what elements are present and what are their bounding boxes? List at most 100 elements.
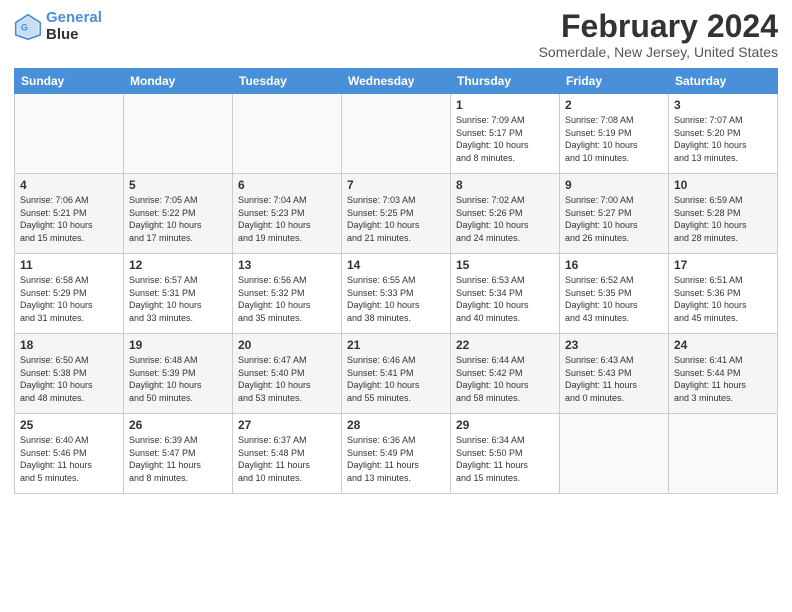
calendar-week-1: 1Sunrise: 7:09 AM Sunset: 5:17 PM Daylig… (15, 94, 778, 174)
page: G General Blue February 2024 Somerdale, … (0, 0, 792, 612)
day-number: 27 (238, 418, 336, 432)
day-info: Sunrise: 7:00 AM Sunset: 5:27 PM Dayligh… (565, 194, 663, 244)
calendar-cell: 27 Sunrise: 6:37 AM Sunset: 5:48 PM Dayli… (233, 414, 342, 494)
calendar-cell: 10 Sunrise: 6:59 AM Sunset: 5:28 PM Dayli… (669, 174, 778, 254)
calendar-cell: 11Sunrise: 6:58 AM Sunset: 5:29 PM Dayli… (15, 254, 124, 334)
day-info: Sunrise: 7:03 AM Sunset: 5:25 PM Dayligh… (347, 194, 445, 244)
day-info: Sunrise: 6:57 AM Sunset: 5:31 PM Dayligh… (129, 274, 227, 324)
day-number: 25 (20, 418, 118, 432)
calendar-cell (233, 94, 342, 174)
day-number: 12 (129, 258, 227, 272)
day-info: Sunrise: 7:08 AM Sunset: 5:19 PM Dayligh… (565, 114, 663, 164)
calendar-cell: 2 Sunrise: 7:08 AM Sunset: 5:19 PM Daylig… (560, 94, 669, 174)
calendar-cell (560, 414, 669, 494)
calendar-header-row: Sunday Monday Tuesday Wednesday Thursday… (15, 69, 778, 94)
day-info: Sunrise: 6:51 AM Sunset: 5:36 PM Dayligh… (674, 274, 772, 324)
day-info: Sunrise: 7:06 AM Sunset: 5:21 PM Dayligh… (20, 194, 118, 244)
day-info: Sunrise: 6:58 AM Sunset: 5:29 PM Dayligh… (20, 274, 118, 324)
day-number: 19 (129, 338, 227, 352)
calendar-cell: 21 Sunrise: 6:46 AM Sunset: 5:41 PM Dayli… (342, 334, 451, 414)
calendar-cell (342, 94, 451, 174)
month-title: February 2024 (539, 10, 778, 42)
calendar-cell: 26 Sunrise: 6:39 AM Sunset: 5:47 PM Dayli… (124, 414, 233, 494)
day-number: 1 (456, 98, 554, 112)
day-number: 20 (238, 338, 336, 352)
col-friday: Friday (560, 69, 669, 94)
col-tuesday: Tuesday (233, 69, 342, 94)
day-info: Sunrise: 6:41 AM Sunset: 5:44 PM Dayligh… (674, 354, 772, 404)
logo: G General Blue (14, 10, 102, 43)
calendar-cell: 17 Sunrise: 6:51 AM Sunset: 5:36 PM Dayli… (669, 254, 778, 334)
day-number: 10 (674, 178, 772, 192)
calendar-cell: 16 Sunrise: 6:52 AM Sunset: 5:35 PM Dayli… (560, 254, 669, 334)
calendar: Sunday Monday Tuesday Wednesday Thursday… (14, 68, 778, 494)
day-info: Sunrise: 6:56 AM Sunset: 5:32 PM Dayligh… (238, 274, 336, 324)
col-thursday: Thursday (451, 69, 560, 94)
day-number: 18 (20, 338, 118, 352)
day-number: 8 (456, 178, 554, 192)
day-number: 21 (347, 338, 445, 352)
calendar-cell: 20 Sunrise: 6:47 AM Sunset: 5:40 PM Dayli… (233, 334, 342, 414)
day-number: 4 (20, 178, 118, 192)
calendar-cell: 4 Sunrise: 7:06 AM Sunset: 5:21 PM Daylig… (15, 174, 124, 254)
day-number: 26 (129, 418, 227, 432)
day-info: Sunrise: 6:50 AM Sunset: 5:38 PM Dayligh… (20, 354, 118, 404)
day-number: 28 (347, 418, 445, 432)
day-info: Sunrise: 6:46 AM Sunset: 5:41 PM Dayligh… (347, 354, 445, 404)
calendar-week-4: 18 Sunrise: 6:50 AM Sunset: 5:38 PM Dayli… (15, 334, 778, 414)
calendar-cell: 3 Sunrise: 7:07 AM Sunset: 5:20 PM Daylig… (669, 94, 778, 174)
calendar-week-5: 25 Sunrise: 6:40 AM Sunset: 5:46 PM Dayli… (15, 414, 778, 494)
day-number: 2 (565, 98, 663, 112)
calendar-cell: 13Sunrise: 6:56 AM Sunset: 5:32 PM Dayli… (233, 254, 342, 334)
calendar-cell: 7Sunrise: 7:03 AM Sunset: 5:25 PM Daylig… (342, 174, 451, 254)
calendar-cell: 15 Sunrise: 6:53 AM Sunset: 5:34 PM Dayli… (451, 254, 560, 334)
calendar-cell (15, 94, 124, 174)
calendar-cell: 28 Sunrise: 6:36 AM Sunset: 5:49 PM Dayli… (342, 414, 451, 494)
logo-icon: G (14, 13, 42, 41)
day-number: 14 (347, 258, 445, 272)
day-info: Sunrise: 6:52 AM Sunset: 5:35 PM Dayligh… (565, 274, 663, 324)
col-sunday: Sunday (15, 69, 124, 94)
calendar-cell: 19 Sunrise: 6:48 AM Sunset: 5:39 PM Dayli… (124, 334, 233, 414)
calendar-cell: 12 Sunrise: 6:57 AM Sunset: 5:31 PM Dayli… (124, 254, 233, 334)
day-info: Sunrise: 7:04 AM Sunset: 5:23 PM Dayligh… (238, 194, 336, 244)
calendar-cell: 24 Sunrise: 6:41 AM Sunset: 5:44 PM Dayli… (669, 334, 778, 414)
day-number: 24 (674, 338, 772, 352)
day-info: Sunrise: 7:02 AM Sunset: 5:26 PM Dayligh… (456, 194, 554, 244)
calendar-week-2: 4 Sunrise: 7:06 AM Sunset: 5:21 PM Daylig… (15, 174, 778, 254)
calendar-cell: 29Sunrise: 6:34 AM Sunset: 5:50 PM Dayli… (451, 414, 560, 494)
calendar-cell: 22 Sunrise: 6:44 AM Sunset: 5:42 PM Dayli… (451, 334, 560, 414)
day-number: 15 (456, 258, 554, 272)
header: G General Blue February 2024 Somerdale, … (14, 10, 778, 60)
day-number: 3 (674, 98, 772, 112)
calendar-cell: 6 Sunrise: 7:04 AM Sunset: 5:23 PM Daylig… (233, 174, 342, 254)
day-info: Sunrise: 6:48 AM Sunset: 5:39 PM Dayligh… (129, 354, 227, 404)
calendar-cell (124, 94, 233, 174)
day-info: Sunrise: 6:40 AM Sunset: 5:46 PM Dayligh… (20, 434, 118, 484)
day-number: 22 (456, 338, 554, 352)
day-info: Sunrise: 6:44 AM Sunset: 5:42 PM Dayligh… (456, 354, 554, 404)
day-info: Sunrise: 6:47 AM Sunset: 5:40 PM Dayligh… (238, 354, 336, 404)
day-info: Sunrise: 6:53 AM Sunset: 5:34 PM Dayligh… (456, 274, 554, 324)
calendar-week-3: 11Sunrise: 6:58 AM Sunset: 5:29 PM Dayli… (15, 254, 778, 334)
day-info: Sunrise: 6:34 AM Sunset: 5:50 PM Dayligh… (456, 434, 554, 484)
day-info: Sunrise: 6:36 AM Sunset: 5:49 PM Dayligh… (347, 434, 445, 484)
day-number: 6 (238, 178, 336, 192)
day-number: 16 (565, 258, 663, 272)
day-number: 5 (129, 178, 227, 192)
calendar-cell: 8 Sunrise: 7:02 AM Sunset: 5:26 PM Daylig… (451, 174, 560, 254)
day-info: Sunrise: 6:39 AM Sunset: 5:47 PM Dayligh… (129, 434, 227, 484)
day-number: 23 (565, 338, 663, 352)
day-info: Sunrise: 7:07 AM Sunset: 5:20 PM Dayligh… (674, 114, 772, 164)
day-number: 17 (674, 258, 772, 272)
col-wednesday: Wednesday (342, 69, 451, 94)
location-title: Somerdale, New Jersey, United States (539, 44, 778, 60)
calendar-cell: 5Sunrise: 7:05 AM Sunset: 5:22 PM Daylig… (124, 174, 233, 254)
col-saturday: Saturday (669, 69, 778, 94)
calendar-cell: 25 Sunrise: 6:40 AM Sunset: 5:46 PM Dayli… (15, 414, 124, 494)
calendar-cell: 14Sunrise: 6:55 AM Sunset: 5:33 PM Dayli… (342, 254, 451, 334)
day-info: Sunrise: 6:43 AM Sunset: 5:43 PM Dayligh… (565, 354, 663, 404)
day-info: Sunrise: 6:37 AM Sunset: 5:48 PM Dayligh… (238, 434, 336, 484)
col-monday: Monday (124, 69, 233, 94)
day-info: Sunrise: 6:59 AM Sunset: 5:28 PM Dayligh… (674, 194, 772, 244)
